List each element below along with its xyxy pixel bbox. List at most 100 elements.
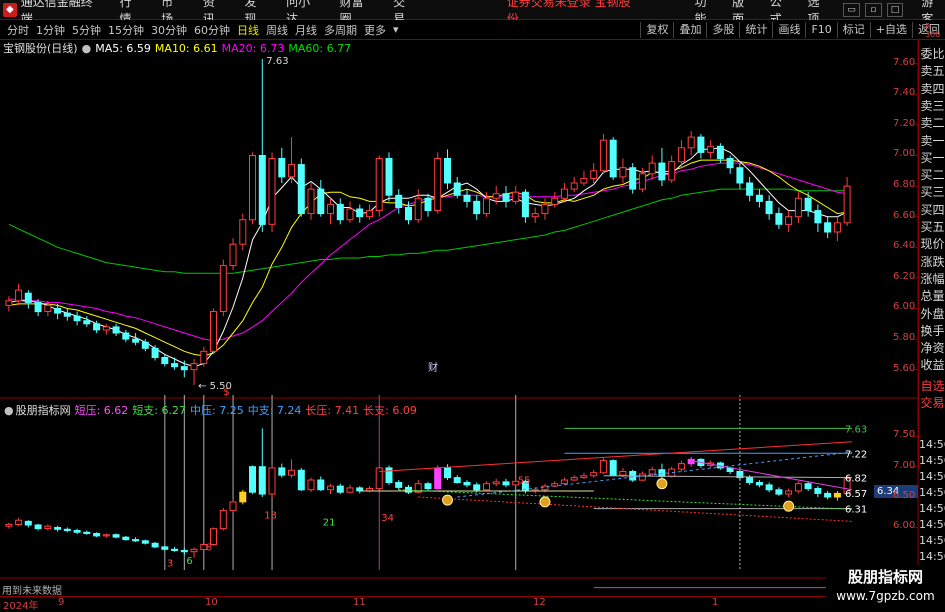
right-top-label: R 300 [925,22,941,39]
quote-panel-item[interactable]: 卖二 [919,114,945,131]
price-axis-label: 6.60 [893,209,916,221]
candle-up [229,243,237,267]
candle-up [843,185,851,224]
indicator-name[interactable]: 股朋指标网 [16,402,71,418]
quote-panel-item[interactable]: 收益 [919,356,945,373]
quote-panel-item[interactable]: 买四 [919,201,945,218]
candle-down [171,363,179,368]
ind-candle [483,483,490,491]
candle-down [385,158,393,196]
ind-candle [102,534,110,537]
quote-panel-item[interactable]: 买一 [919,149,945,166]
indicator-level-label: 6.57 [845,489,867,500]
candle-down [444,158,451,184]
ind-candle [180,550,188,553]
buy-coin-icon [656,478,668,490]
ind-candle [755,482,763,486]
ind-candle [619,471,627,476]
quote-panel-item[interactable]: 总量 [919,287,945,304]
ind-candle [190,548,198,553]
quote-panel-item[interactable]: 换手 [919,322,945,339]
long-support-label: 长支: 6.09 [363,404,417,417]
tab-jiaoyi[interactable]: 交易 [919,394,945,411]
ind-candle [804,483,812,490]
future-data-note: 用到未来数据 [2,586,62,597]
cycle-count-label: 13 [264,510,277,521]
candle-up [219,265,227,313]
quote-panel-item[interactable]: 买五 [919,218,945,235]
settings-icon[interactable]: ● [4,404,14,417]
quote-panel-item[interactable]: 外盘 [919,305,945,322]
short-support-label: 短支: 6.27 [132,404,187,417]
cycle-count-label: 3 [167,558,173,569]
ind-candle [473,484,481,491]
quote-panel-item[interactable]: 买二 [919,166,945,183]
indicator-level-label: 6.82 [845,474,867,485]
tab-zixuan[interactable]: 自选 [919,377,945,394]
quote-panel-item[interactable]: 卖五 [919,62,945,79]
candle-down [54,308,62,314]
price-axis-label: 6.80 [893,179,916,191]
quote-panel-item[interactable]: 涨跌 [919,253,945,270]
cycle-count-label: 55 [518,476,531,487]
candle-up [327,203,334,215]
trade-time-label: 14:56 [919,550,945,563]
candle-up [15,289,23,302]
ma5-line [8,147,848,368]
ind-candle [44,525,52,530]
ind-candle [463,482,471,486]
ind-candle [395,482,403,488]
candle-up [268,158,276,225]
candle-up [531,213,539,218]
ind-candle [424,483,432,490]
buy-coin-icon [539,496,551,508]
candle-down [824,222,832,233]
candle-up [833,222,841,233]
quote-panel-item[interactable]: 委比 [919,45,945,62]
high-price-label: 7.63 [266,56,288,67]
candle-down [356,208,364,218]
indicator-level-label: 7.22 [845,449,867,460]
price-axis-label: 5.60 [893,362,916,374]
candle-up [638,173,646,190]
quote-panel-item[interactable]: 买三 [919,183,945,200]
candle-up [580,177,588,184]
ind-candle [775,489,783,495]
mid-press-label: 中压: 7.25 [190,404,244,417]
ind-candle [24,520,32,526]
ind-candle [502,481,510,486]
ind-candle [83,531,91,534]
quote-panel-item[interactable]: 卖四 [919,80,945,97]
ind-candle [229,501,237,511]
candle-up [492,193,500,199]
ind-candle [765,484,773,491]
candle-up [619,167,627,178]
candle-up [707,145,715,153]
quote-panel-item[interactable]: 卖一 [919,132,945,149]
candle-up [44,304,52,312]
ind-candle [171,548,179,551]
candle-down [24,292,32,303]
candle-down [453,182,461,196]
quote-panel-item[interactable]: 涨幅 [919,270,945,287]
ind-candle [219,509,227,530]
chart-canvas[interactable]: 7.63← 5.50$财7.637.226.826.576.315.013681… [0,0,945,609]
candle-up [346,208,354,221]
ind-candle [336,485,344,493]
ind-candle [73,530,81,533]
candle-up [560,188,568,199]
quote-panel-item[interactable]: 卖三 [919,97,945,114]
quote-panel-item[interactable]: 现价 [919,235,945,252]
candle-down [151,347,159,358]
quote-panel-item[interactable]: 净资 [919,339,945,356]
price-axis-label: 7.20 [893,117,916,129]
trade-time-label: 14:56 [919,502,945,515]
price-axis-label: 7.40 [893,87,916,99]
ind-candle [434,467,442,490]
date-month-11: 11 [353,597,366,608]
date-month-1: 1 [712,597,719,608]
candle-down [122,332,130,340]
ind-candle [560,479,568,485]
candle-down [141,341,149,349]
price-axis-label: 6.20 [893,270,916,282]
